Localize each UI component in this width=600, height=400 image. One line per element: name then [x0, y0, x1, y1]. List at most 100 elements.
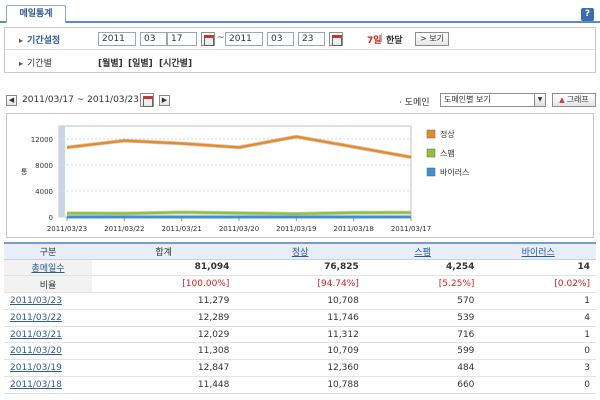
end-year-input[interactable]: [225, 32, 263, 46]
row-date-cell[interactable]: 2011/03/21: [4, 326, 92, 344]
start-day-input[interactable]: [167, 32, 197, 46]
end-day-input[interactable]: [298, 32, 325, 46]
period-row: 기간설정 ~ 7일 | 한달 > 보기: [5, 28, 595, 50]
x-tick-label: 2011/03/23: [47, 225, 87, 233]
total-row: 총메일수 81,094 76,825 4,254 14: [4, 259, 596, 277]
legend-label: 스팸: [440, 148, 455, 158]
x-tick-label: 2011/03/19: [276, 225, 316, 233]
header-virus[interactable]: 바이러스: [480, 242, 596, 260]
legend-swatch: [426, 129, 436, 139]
row-normal: 10,709: [235, 342, 365, 361]
total-normal: 76,825: [235, 259, 365, 277]
prev-period-button[interactable]: ◀: [6, 95, 17, 106]
unit-label: 기간별: [19, 56, 52, 69]
row-date-cell[interactable]: 2011/03/18: [4, 376, 92, 394]
start-month-input[interactable]: [140, 32, 167, 46]
ratio-normal: [94.74%]: [235, 275, 365, 294]
table-row: 2011/03/21 12,029 11,312 716 1: [4, 326, 596, 344]
start-year-input[interactable]: [98, 32, 136, 46]
chevron-down-icon[interactable]: ▼: [534, 94, 545, 106]
header-spam[interactable]: 스팸: [364, 242, 481, 260]
quick-month-link[interactable]: 한달: [386, 33, 403, 46]
row-normal: 12,360: [235, 359, 365, 378]
row-sum: 12,847: [92, 359, 236, 378]
plot-area: [58, 125, 412, 218]
series-line-1: [66, 211, 412, 216]
row-spam: 570: [364, 292, 481, 310]
x-tick-label: 2011/03/18: [333, 225, 373, 233]
x-tick-label: 2011/03/22: [104, 225, 144, 233]
tab-underline: [0, 21, 600, 23]
graph-toggle-button[interactable]: ▲ 그래프: [552, 93, 596, 107]
legend-label: 바이러스: [440, 167, 469, 177]
legend-label: 정상: [440, 129, 455, 139]
period-range-text: 2011/03/17 ~ 2011/03/23: [22, 95, 140, 105]
row-date-link[interactable]: 2011/03/19: [10, 363, 62, 373]
x-tick-label: 2011/03/20: [219, 225, 259, 233]
view-button[interactable]: > 보기: [415, 32, 449, 46]
y-tick-label: 4000: [35, 188, 53, 196]
end-month-input[interactable]: [267, 32, 294, 46]
x-tick-label: 2011/03/21: [161, 225, 201, 233]
row-virus: 1: [480, 326, 596, 344]
row-virus: 0: [480, 376, 596, 394]
header-normal[interactable]: 정상: [235, 242, 365, 260]
end-calendar-icon[interactable]: [329, 32, 343, 46]
row-spam: 599: [364, 342, 481, 361]
unit-daily-link[interactable]: [일별]: [128, 56, 153, 69]
legend-swatch: [426, 167, 436, 177]
row-spam: 484: [364, 359, 481, 378]
next-period-button[interactable]: ▶: [159, 95, 170, 106]
filter-panel: 기간설정 ~ 7일 | 한달 > 보기 기간별 [월별] [일별] [시간별]: [4, 27, 596, 73]
row-spam: 539: [364, 309, 481, 327]
row-virus: 1: [480, 292, 596, 310]
ratio-sum: [100.00%]: [92, 275, 236, 294]
chart-panel: 12000 8000 4000 0 통 2011/03/23 2011/03/22 2011/…: [6, 113, 594, 238]
range-calendar-icon[interactable]: [140, 93, 154, 107]
row-virus: 3: [480, 359, 596, 378]
period-label: 기간설정: [19, 33, 60, 46]
row-date-link[interactable]: 2011/03/21: [10, 330, 62, 340]
header-virus-link[interactable]: 바이러스: [522, 248, 555, 258]
period-nav: ◀ 2011/03/17 ~ 2011/03/23 ▶ · 도메인 도메인별 보…: [6, 93, 596, 109]
row-date-link[interactable]: 2011/03/22: [10, 313, 62, 323]
row-date-cell[interactable]: 2011/03/22: [4, 309, 92, 327]
row-sum: 12,289: [92, 309, 236, 327]
table-row: 2011/03/19 12,847 12,360 484 3: [4, 359, 596, 378]
range-tilde: ~: [217, 33, 225, 43]
row-virus: 4: [480, 309, 596, 327]
row-sum: 11,448: [92, 376, 236, 394]
unit-hourly-link[interactable]: [시간별]: [159, 56, 192, 69]
unit-monthly-link[interactable]: [월별]: [98, 56, 123, 69]
table-row: 2011/03/23 11,279 10,708 570 1: [4, 292, 596, 310]
x-tick-label: 2011/03/17: [391, 225, 431, 233]
row-normal: 11,312: [235, 326, 365, 344]
total-link[interactable]: 총메일수: [31, 264, 64, 274]
table-row: 2011/03/18 11,448 10,788 660 0: [4, 376, 596, 394]
tab-mail-stats[interactable]: 메일통계: [6, 5, 66, 23]
header-normal-link[interactable]: 정상: [292, 248, 309, 258]
domain-select[interactable]: 도메인별 보기 ▼: [440, 93, 546, 107]
row-sum: 11,308: [92, 342, 236, 361]
graph-button-label: 그래프: [566, 95, 589, 104]
tab-bar: 메일통계 ?: [0, 0, 600, 23]
header-category: 구분: [4, 242, 92, 260]
y-axis-bar: [59, 126, 65, 217]
total-spam: 4,254: [364, 259, 481, 277]
header-spam-link[interactable]: 스팸: [414, 248, 431, 258]
row-date-link[interactable]: 2011/03/18: [10, 380, 62, 390]
row-date-cell[interactable]: 2011/03/23: [4, 292, 92, 310]
row-date-link[interactable]: 2011/03/23: [10, 296, 62, 306]
start-calendar-icon[interactable]: [201, 32, 215, 46]
row-normal: 10,708: [235, 292, 365, 310]
total-label-cell[interactable]: 총메일수: [4, 259, 92, 277]
help-icon[interactable]: ?: [581, 8, 594, 21]
row-normal: 10,788: [235, 376, 365, 394]
row-date-cell[interactable]: 2011/03/19: [4, 359, 92, 378]
row-sum: 12,029: [92, 326, 236, 344]
row-date-link[interactable]: 2011/03/20: [10, 346, 62, 356]
y-tick-label: 12000: [31, 136, 53, 144]
ratio-spam: [5.25%]: [364, 275, 481, 294]
row-virus: 0: [480, 342, 596, 361]
row-date-cell[interactable]: 2011/03/20: [4, 342, 92, 361]
